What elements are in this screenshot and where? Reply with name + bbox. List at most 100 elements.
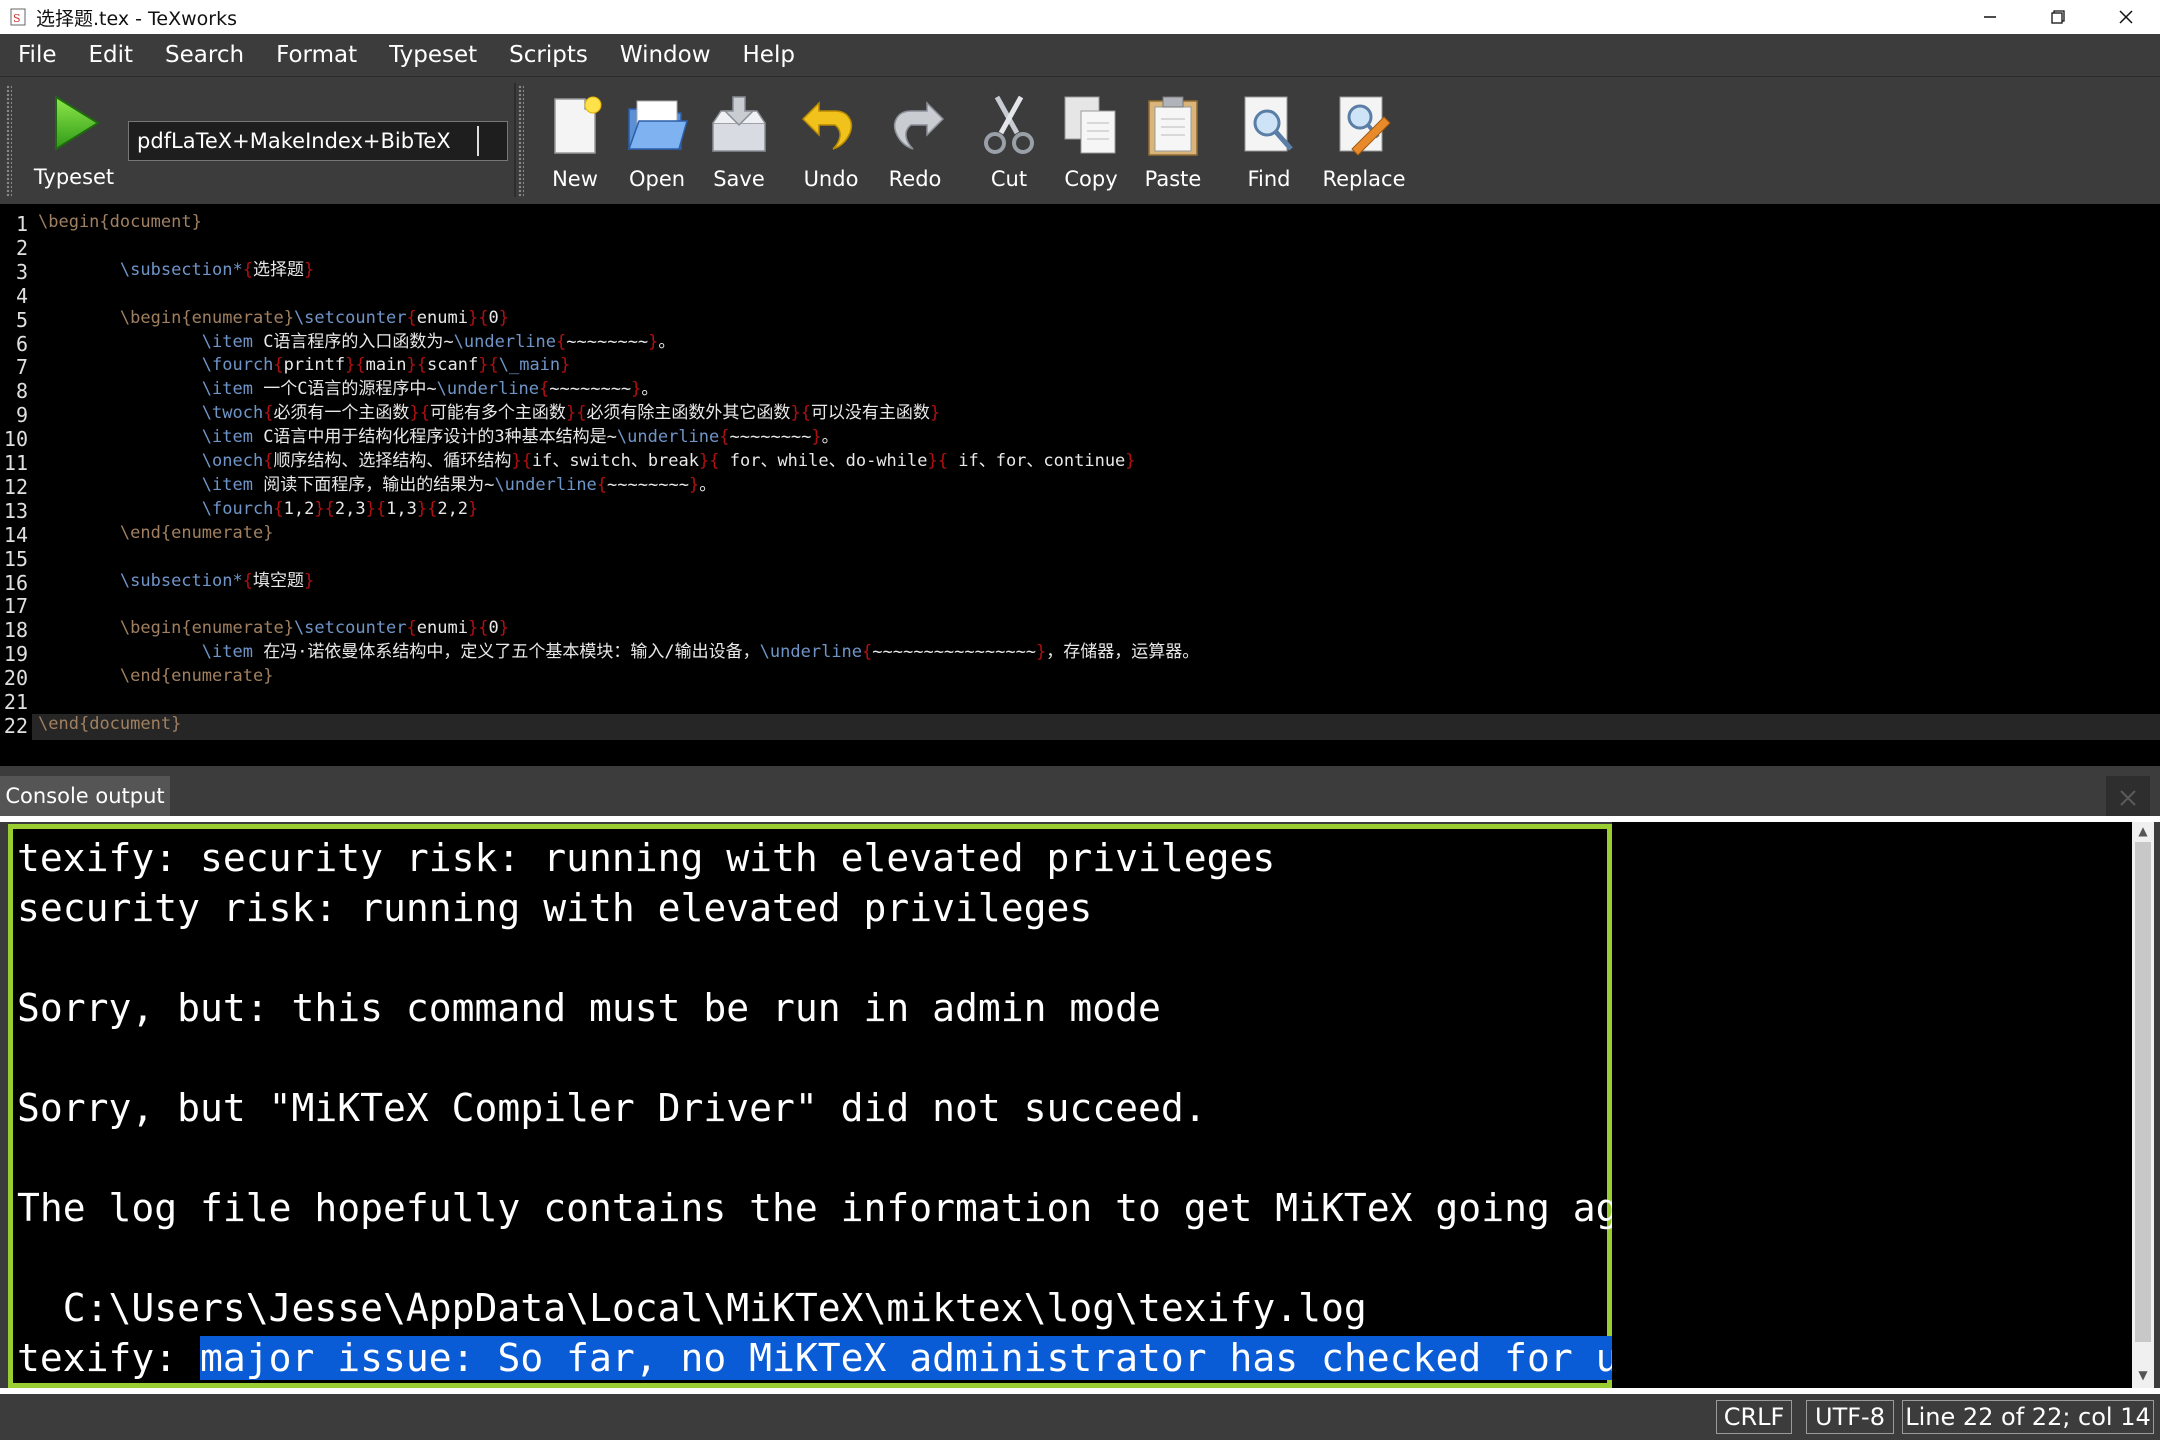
find-button[interactable]: Find — [1230, 83, 1308, 197]
replace-icon — [1339, 96, 1391, 156]
new-button[interactable]: New — [536, 83, 614, 197]
line-number-gutter: 1 2 3 4 5 6 7 8 9 10 11 12 13 14 15 16 17 18 19 20 21 22 — [0, 204, 30, 766]
window-title: 选择题.tex - TeXworks — [36, 7, 237, 30]
console-line: texify: security risk: running with elev… — [17, 836, 1276, 880]
redo-button[interactable]: Redo — [876, 83, 954, 197]
scroll-up-icon[interactable]: ▲ — [2135, 824, 2151, 840]
scrollbar-thumb[interactable] — [2135, 842, 2151, 1342]
new-label: New — [552, 167, 598, 191]
line-number: 17 — [3, 594, 28, 619]
texworks-window: S 选择题.tex - TeXworks File Edit Search Fo… — [0, 0, 2160, 1440]
toolbar-grip[interactable] — [6, 85, 12, 197]
copy-icon — [1064, 96, 1116, 154]
undo-icon — [801, 101, 853, 150]
menu-scripts[interactable]: Scripts — [493, 34, 604, 76]
open-button[interactable]: Open — [618, 83, 696, 197]
encoding-indicator[interactable]: UTF-8 — [1806, 1400, 1894, 1434]
code-line[interactable]: \item C语言程序的入口函数为~\underline{~~~~~~~~}。 — [38, 330, 676, 354]
typeset-button[interactable]: Typeset — [26, 83, 122, 197]
console-line: C:\Users\Jesse\AppData\Local\MiKTeX\mikt… — [17, 1286, 1367, 1330]
paste-button[interactable]: Paste — [1134, 83, 1212, 197]
find-label: Find — [1247, 167, 1291, 191]
console-close-button[interactable] — [2106, 776, 2150, 820]
restore-button[interactable] — [2024, 0, 2092, 34]
close-icon — [2119, 10, 2133, 24]
line-number: 21 — [3, 690, 28, 714]
cut-button[interactable]: Cut — [970, 83, 1048, 197]
menu-bar: File Edit Search Format Typeset Scripts … — [0, 34, 2160, 76]
code-line[interactable]: \item C语言中用于结构化程序设计的3种基本结构是~\underline{~… — [38, 425, 839, 449]
new-file-icon — [554, 96, 602, 154]
menu-window[interactable]: Window — [604, 34, 727, 76]
line-number: 4 — [15, 283, 28, 308]
close-window-button[interactable] — [2092, 0, 2160, 34]
code-line[interactable]: \end{document} — [38, 712, 181, 736]
line-number: 11 — [3, 451, 28, 475]
code-line[interactable]: \subsection*{填空题} — [38, 569, 314, 593]
code-line[interactable]: \fourch{printf}{main}{scanf}{\_main} — [38, 353, 571, 377]
console-output[interactable]: texify: security risk: running with elev… — [8, 824, 1779, 1388]
line-number: 1 — [15, 212, 28, 236]
code-line[interactable]: \item 在冯·诺依曼体系结构中，定义了五个基本模块：输入/输出设备，\und… — [38, 640, 1200, 664]
paste-label: Paste — [1144, 167, 1202, 191]
replace-button[interactable]: Replace — [1316, 83, 1412, 197]
copy-button[interactable]: Copy — [1052, 83, 1130, 197]
line-number: 13 — [3, 498, 28, 523]
undo-label: Undo — [803, 167, 859, 191]
line-number: 2 — [15, 235, 28, 260]
toolbar-separator — [514, 83, 516, 197]
console-line: security risk: running with elevated pri… — [17, 886, 1093, 930]
toolbar-grip-2[interactable] — [518, 85, 524, 197]
save-button[interactable]: Save — [700, 83, 778, 197]
console-scrollbar[interactable]: ▲ ▼ — [2132, 822, 2154, 1388]
line-number: 6 — [15, 331, 28, 356]
code-line[interactable]: \begin{document} — [38, 210, 202, 234]
save-label: Save — [713, 167, 765, 191]
menu-search[interactable]: Search — [149, 34, 260, 76]
editor-pane[interactable]: 1 2 3 4 5 6 7 8 9 10 11 12 13 14 15 16 17 18 19 20 21 22 \beg… — [0, 204, 2160, 766]
line-number: 16 — [3, 570, 28, 595]
line-number: 22 — [3, 713, 28, 738]
scroll-down-icon[interactable]: ▼ — [2135, 1368, 2151, 1384]
menu-file[interactable]: File — [2, 34, 73, 76]
current-line-highlight — [32, 714, 2160, 740]
line-number: 5 — [15, 307, 28, 332]
code-line[interactable]: \begin{enumerate}\setcounter{enumi}{0} — [38, 616, 509, 640]
minimize-button[interactable] — [1956, 0, 2024, 34]
menu-format[interactable]: Format — [260, 34, 373, 76]
code-line[interactable]: \onech{顺序结构、选择结构、循环结构}{if、switch、break}{… — [38, 449, 1136, 473]
code-line[interactable]: \begin{enumerate}\setcounter{enumi}{0} — [38, 306, 509, 330]
replace-label: Replace — [1322, 167, 1406, 191]
code-line[interactable]: \end{enumerate} — [38, 521, 274, 545]
redo-label: Redo — [888, 167, 942, 191]
redo-icon — [893, 101, 945, 150]
engine-select[interactable]: pdfLaTeX+MakeIndex+BibTeX — [128, 121, 508, 161]
line-number: 8 — [15, 379, 28, 404]
console-empty-area — [1612, 822, 2132, 1388]
undo-button[interactable]: Undo — [792, 83, 870, 197]
code-line[interactable]: \end{enumerate} — [38, 664, 274, 688]
toolbar: Typeset pdfLaTeX+MakeIndex+BibTeX New Op — [0, 76, 2160, 202]
engine-dropdown-divider — [477, 126, 479, 156]
line-number: 18 — [3, 618, 28, 643]
console-output-tab[interactable]: Console output — [0, 776, 170, 816]
console-selected-text[interactable]: major issue: So far, no MiKTeX administr… — [200, 1336, 1756, 1380]
menu-help[interactable]: Help — [727, 34, 811, 76]
console-line: The log file hopefully contains the info… — [17, 1186, 1710, 1230]
play-icon — [55, 95, 100, 151]
menu-edit[interactable]: Edit — [73, 34, 150, 76]
line-ending-indicator[interactable]: CRLF — [1716, 1400, 1792, 1434]
menu-typeset[interactable]: Typeset — [373, 34, 493, 76]
console-prefix: texify: — [17, 1336, 201, 1380]
clipboard-icon — [1148, 96, 1198, 156]
restore-icon — [2051, 10, 2065, 24]
line-number: 14 — [3, 522, 28, 547]
code-line[interactable]: \twoch{必须有一个主函数}{可能有多个主函数}{必须有除主函数外其它函数}… — [38, 401, 940, 425]
line-number: 10 — [3, 427, 28, 452]
code-line[interactable]: \fourch{1,2}{2,3}{1,3}{2,2} — [38, 497, 479, 521]
code-line[interactable]: \subsection*{选择题} — [38, 258, 314, 282]
code-line[interactable]: \item 阅读下面程序，输出的结果为~\underline{~~~~~~~~}… — [38, 473, 716, 497]
minimize-icon — [1984, 16, 1996, 18]
code-line[interactable]: \item 一个C语言的源程序中~\underline{~~~~~~~~}。 — [38, 377, 659, 401]
cursor-position-indicator[interactable]: Line 22 of 22; col 14 — [1902, 1400, 2154, 1434]
